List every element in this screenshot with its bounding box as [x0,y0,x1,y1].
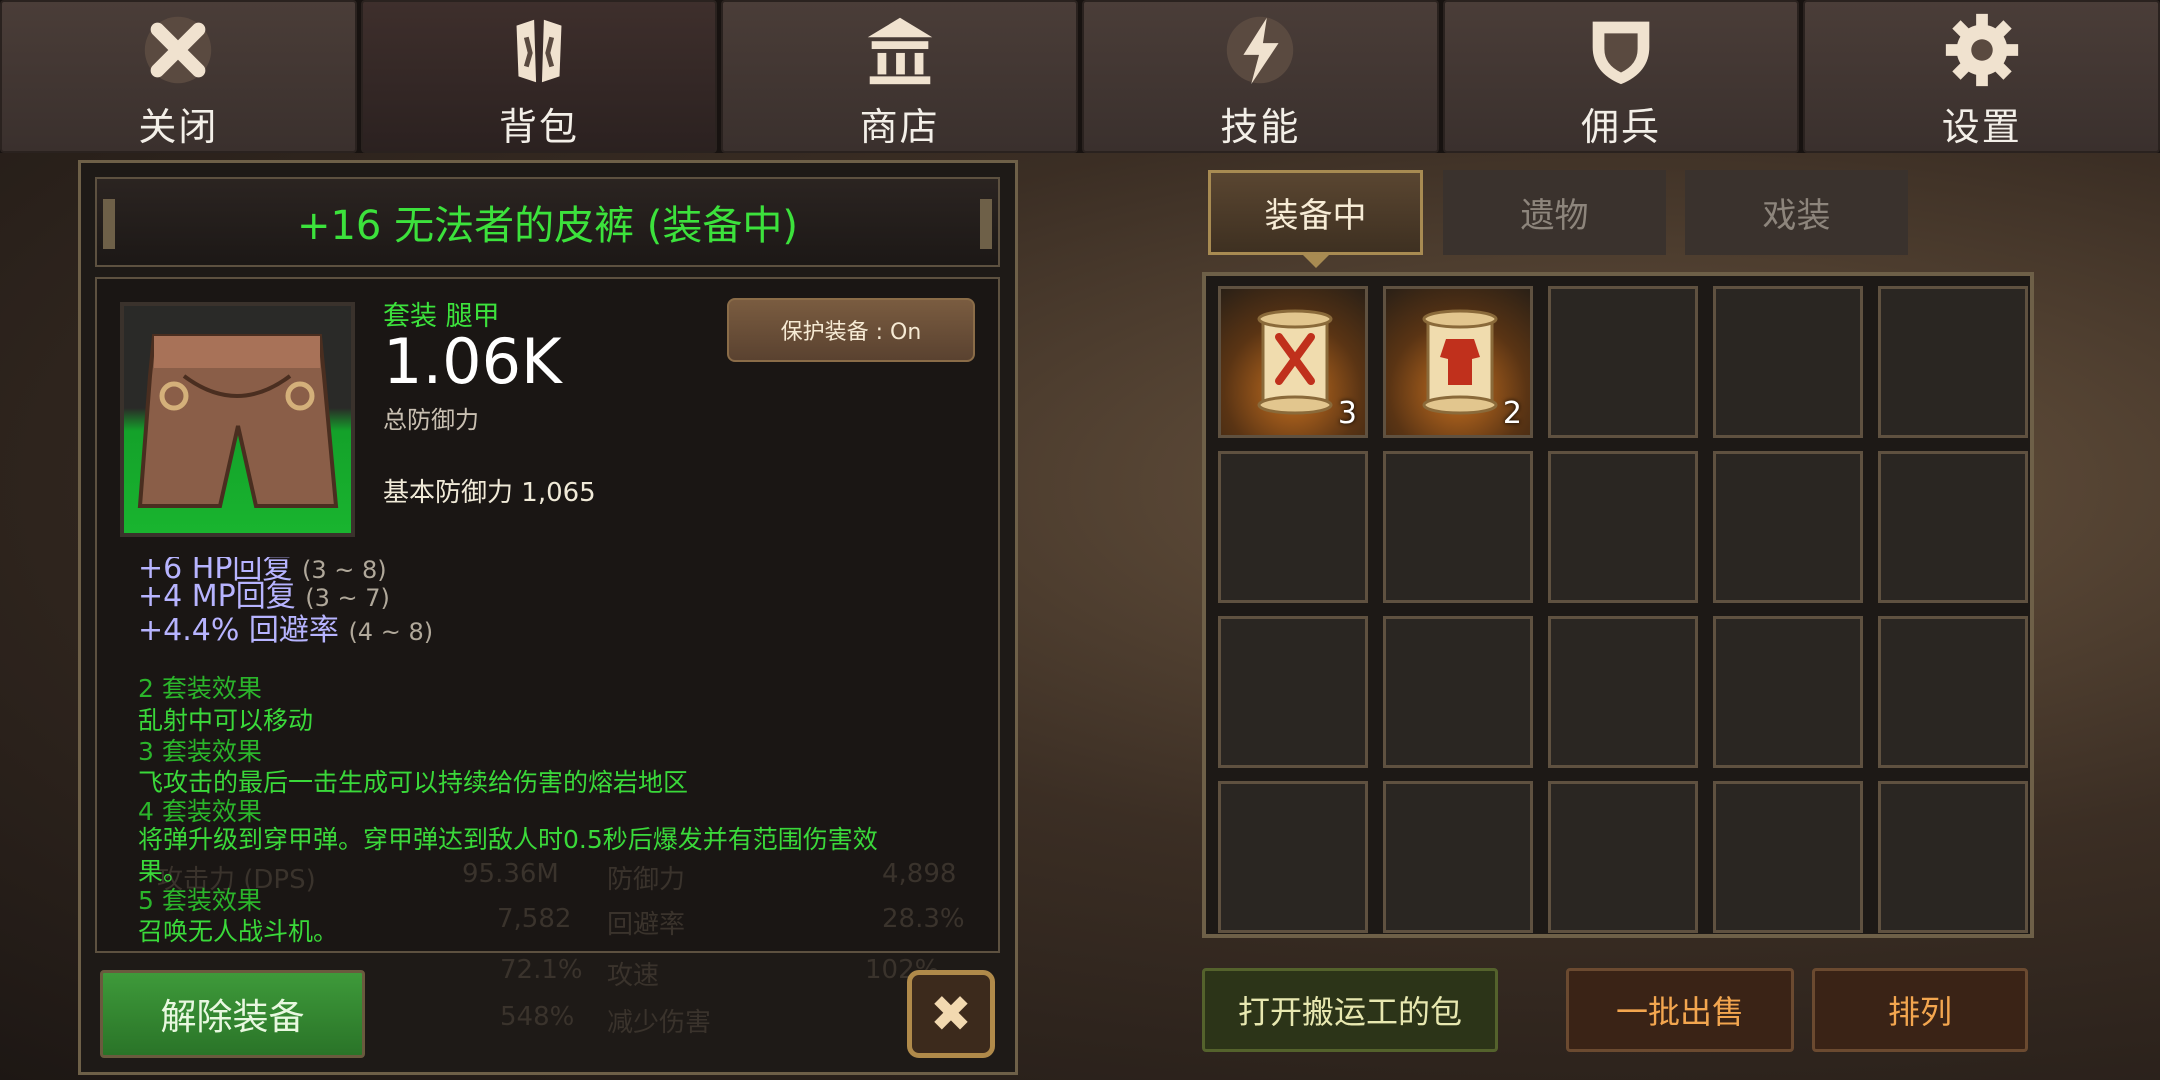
bg-dmg-value: 548% [500,1002,575,1032]
stat-range: (4 ~ 8) [348,618,434,646]
tab-relics-label: 遗物 [1520,196,1589,236]
tab-costume[interactable]: 戏装 [1685,170,1908,255]
inventory-slot-empty[interactable] [1713,451,1863,603]
ornament-left [103,199,115,249]
set-effect-desc: 将弹升级到穿甲弹。穿甲弹达到敌人时0.5秒后爆发并有范围伤害效 [138,825,878,854]
inventory-slot-empty[interactable] [1218,616,1368,768]
bg-defense-label: 防御力 [607,865,686,895]
shop-icon [867,17,932,85]
total-defense-label: 总防御力 [383,406,479,434]
tab-close[interactable]: 关闭 [0,0,357,153]
shield-icon [1592,21,1650,85]
tab-equipped[interactable]: 装备中 [1208,170,1423,268]
item-portrait [120,302,355,537]
scroll-sword-icon [1257,309,1333,415]
base-defense-label: 基本防御力 [383,478,514,508]
tab-equipped-label: 装备中 [1264,196,1367,236]
inventory-slot-empty[interactable] [1878,616,2028,768]
top-nav: 关闭 背包 商店 技能 佣兵 设置 [0,0,2160,153]
bg-crit-value: 72.1% [500,955,583,985]
tab-skills[interactable]: 技能 [1082,0,1439,153]
inventory-slot-empty[interactable] [1713,286,1863,438]
tab-costume-label: 戏装 [1762,196,1831,236]
total-defense-value: 1.06K [383,325,562,398]
inventory-slot-empty[interactable] [1548,286,1698,438]
protect-equipment-toggle[interactable]: 保护装备 : On [727,298,975,362]
tab-backpack-label: 背包 [499,105,580,149]
tab-close-label: 关闭 [138,105,219,149]
tab-mercenary-label: 佣兵 [1581,105,1662,149]
tab-skills-label: 技能 [1220,105,1301,149]
leather-pants-icon [137,334,339,508]
close-detail-button[interactable]: ✖ [907,970,995,1058]
bg-evasion-label: 回避率 [607,910,686,940]
close-icon: ✖ [930,985,972,1043]
tab-settings-label: 设置 [1941,105,2022,149]
inventory-slot-empty[interactable] [1713,616,1863,768]
inventory-slot-empty[interactable] [1878,781,2028,933]
inventory-slot-empty[interactable] [1548,451,1698,603]
close-icon [145,16,212,84]
lightning-icon [1227,16,1294,85]
bg-dps-value: 95.36M [462,859,559,889]
item-count: 2 [1502,396,1522,431]
item-title: +16 无法者的皮裤 (装备中) [296,203,799,249]
item-title-bar: +16 无法者的皮裤 (装备中) [95,177,1000,267]
tab-settings[interactable]: 设置 [1803,0,2160,153]
sort-button[interactable]: 排列 [1812,968,2028,1052]
inventory-slot-empty[interactable] [1713,781,1863,933]
bg-defense-value: 4,898 [882,859,957,889]
bulk-sell-button[interactable]: 一批出售 [1566,968,1794,1052]
inventory-slot-empty[interactable] [1548,781,1698,933]
tab-shop[interactable]: 商店 [721,0,1079,153]
inventory-slot-empty[interactable] [1878,451,2028,603]
inventory-slot-empty[interactable] [1383,451,1533,603]
base-defense-row: 基本防御力 1,065 [383,472,596,509]
tab-backpack[interactable]: 背包 [360,0,718,153]
set-effect-header: 2 套装效果 [138,674,262,703]
stat-text: +4.4% 回避率 [138,613,339,648]
inventory-slot-scroll-sword[interactable]: 3 [1218,286,1368,438]
inventory-slot-empty[interactable] [1878,286,2028,438]
bg-evasion-value: 28.3% [882,904,965,934]
bg-speed-label: 攻速 [607,961,660,991]
backpack-icon [516,19,562,83]
inventory-slot-empty[interactable] [1383,781,1533,933]
inventory-slot-empty[interactable] [1218,451,1368,603]
set-effect-desc: 召唤无人战斗机。 [138,917,339,946]
item-count: 3 [1337,396,1357,431]
scroll-armor-icon [1422,309,1498,415]
tab-shop-label: 商店 [859,105,940,149]
unequip-button[interactable]: 解除装备 [100,970,365,1058]
ornament-right [980,199,992,249]
inventory-slot-empty[interactable] [1383,616,1533,768]
inventory-slot-scroll-armor[interactable]: 2 [1383,286,1533,438]
bg-dmg-label: 减少伤害 [607,1008,712,1038]
base-defense-value: 1,065 [521,478,596,508]
inventory-slot-empty[interactable] [1218,781,1368,933]
gear-icon [1945,13,2018,87]
open-porter-bag-button[interactable]: 打开搬运工的包 [1202,968,1498,1052]
inventory-grid: 3 2 [1202,272,2034,938]
inventory-slot-empty[interactable] [1548,616,1698,768]
stat-row: +4.4% 回避率 (4 ~ 8) [138,605,433,649]
tab-mercenary[interactable]: 佣兵 [1442,0,1800,153]
tab-relics[interactable]: 遗物 [1443,170,1666,255]
bg-hp-value: 7,582 [497,904,572,934]
active-tab-arrow [1301,254,1330,268]
